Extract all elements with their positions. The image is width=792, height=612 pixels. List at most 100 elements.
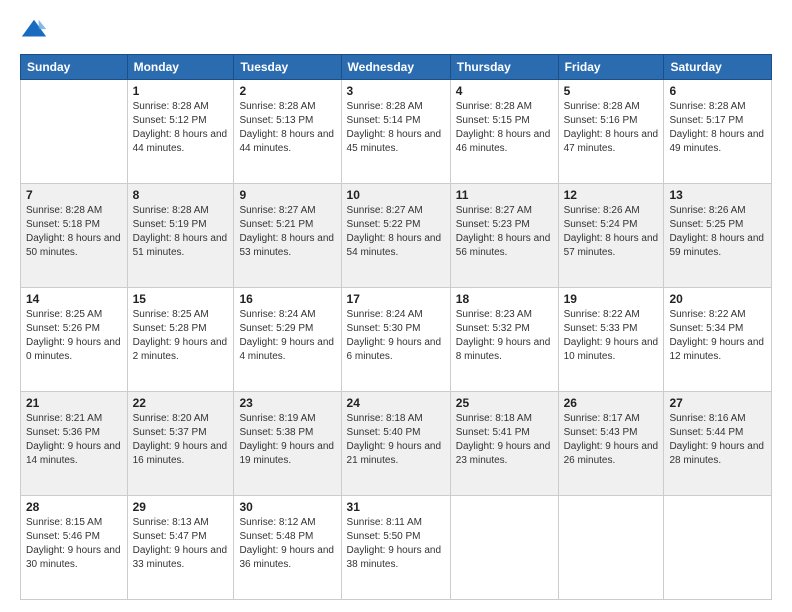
calendar-cell: 1 Sunrise: 8:28 AMSunset: 5:12 PMDaylight… — [127, 80, 234, 184]
calendar-cell — [21, 80, 128, 184]
day-number: 2 — [239, 84, 335, 98]
day-number: 25 — [456, 396, 553, 410]
day-info: Sunrise: 8:27 AMSunset: 5:21 PMDaylight:… — [239, 204, 335, 260]
day-info: Sunrise: 8:17 AMSunset: 5:43 PMDaylight:… — [564, 412, 659, 468]
logo — [20, 16, 52, 44]
week-row-1: 1 Sunrise: 8:28 AMSunset: 5:12 PMDaylight… — [21, 80, 772, 184]
day-info: Sunrise: 8:15 AMSunset: 5:46 PMDaylight:… — [26, 516, 122, 572]
day-info: Sunrise: 8:24 AMSunset: 5:30 PMDaylight:… — [347, 308, 445, 364]
weekday-header-monday: Monday — [127, 55, 234, 80]
day-info: Sunrise: 8:28 AMSunset: 5:13 PMDaylight:… — [239, 100, 335, 156]
weekday-header-tuesday: Tuesday — [234, 55, 341, 80]
day-number: 26 — [564, 396, 659, 410]
day-number: 29 — [133, 500, 229, 514]
calendar-cell: 11Sunrise: 8:27 AMSunset: 5:23 PMDayligh… — [450, 184, 558, 288]
week-row-3: 14 Sunrise: 8:25 AMSunset: 5:26 PMDayligh… — [21, 288, 772, 392]
day-info: Sunrise: 8:27 AMSunset: 5:22 PMDaylight:… — [347, 204, 445, 260]
weekday-header-wednesday: Wednesday — [341, 55, 450, 80]
calendar-cell: 26 Sunrise: 8:17 AMSunset: 5:43 PMDayligh… — [558, 392, 664, 496]
calendar-cell: 2 Sunrise: 8:28 AMSunset: 5:13 PMDaylight… — [234, 80, 341, 184]
weekday-header-sunday: Sunday — [21, 55, 128, 80]
calendar-table: SundayMondayTuesdayWednesdayThursdayFrid… — [20, 54, 772, 600]
calendar-cell: 30Sunrise: 8:12 AMSunset: 5:48 PMDayligh… — [234, 496, 341, 600]
day-info: Sunrise: 8:26 AMSunset: 5:24 PMDaylight:… — [564, 204, 659, 260]
day-number: 22 — [133, 396, 229, 410]
calendar-cell: 4 Sunrise: 8:28 AMSunset: 5:15 PMDaylight… — [450, 80, 558, 184]
calendar-cell: 17 Sunrise: 8:24 AMSunset: 5:30 PMDayligh… — [341, 288, 450, 392]
weekday-header-row: SundayMondayTuesdayWednesdayThursdayFrid… — [21, 55, 772, 80]
calendar-cell: 24Sunrise: 8:18 AMSunset: 5:40 PMDayligh… — [341, 392, 450, 496]
day-info: Sunrise: 8:20 AMSunset: 5:37 PMDaylight:… — [133, 412, 229, 468]
calendar-cell: 6 Sunrise: 8:28 AMSunset: 5:17 PMDaylight… — [664, 80, 772, 184]
day-number: 13 — [669, 188, 766, 202]
day-number: 18 — [456, 292, 553, 306]
day-info: Sunrise: 8:26 AMSunset: 5:25 PMDaylight:… — [669, 204, 766, 260]
calendar-cell: 13 Sunrise: 8:26 AMSunset: 5:25 PMDayligh… — [664, 184, 772, 288]
day-number: 21 — [26, 396, 122, 410]
day-number: 7 — [26, 188, 122, 202]
calendar-cell — [558, 496, 664, 600]
day-info: Sunrise: 8:28 AMSunset: 5:14 PMDaylight:… — [347, 100, 445, 156]
day-info: Sunrise: 8:16 AMSunset: 5:44 PMDaylight:… — [669, 412, 766, 468]
day-number: 5 — [564, 84, 659, 98]
weekday-header-thursday: Thursday — [450, 55, 558, 80]
day-number: 30 — [239, 500, 335, 514]
calendar-cell: 31 Sunrise: 8:11 AMSunset: 5:50 PMDayligh… — [341, 496, 450, 600]
calendar-cell: 23 Sunrise: 8:19 AMSunset: 5:38 PMDayligh… — [234, 392, 341, 496]
day-info: Sunrise: 8:22 AMSunset: 5:33 PMDaylight:… — [564, 308, 659, 364]
day-info: Sunrise: 8:28 AMSunset: 5:15 PMDaylight:… — [456, 100, 553, 156]
calendar-cell: 27Sunrise: 8:16 AMSunset: 5:44 PMDayligh… — [664, 392, 772, 496]
calendar-cell: 16Sunrise: 8:24 AMSunset: 5:29 PMDayligh… — [234, 288, 341, 392]
day-info: Sunrise: 8:25 AMSunset: 5:28 PMDaylight:… — [133, 308, 229, 364]
calendar-cell: 5 Sunrise: 8:28 AMSunset: 5:16 PMDaylight… — [558, 80, 664, 184]
calendar-cell: 25Sunrise: 8:18 AMSunset: 5:41 PMDayligh… — [450, 392, 558, 496]
calendar-cell: 3 Sunrise: 8:28 AMSunset: 5:14 PMDaylight… — [341, 80, 450, 184]
calendar-cell — [450, 496, 558, 600]
logo-icon — [20, 16, 48, 44]
day-number: 17 — [347, 292, 445, 306]
day-number: 20 — [669, 292, 766, 306]
day-info: Sunrise: 8:28 AMSunset: 5:17 PMDaylight:… — [669, 100, 766, 156]
day-info: Sunrise: 8:24 AMSunset: 5:29 PMDaylight:… — [239, 308, 335, 364]
day-info: Sunrise: 8:28 AMSunset: 5:12 PMDaylight:… — [133, 100, 229, 156]
week-row-2: 7 Sunrise: 8:28 AMSunset: 5:18 PMDaylight… — [21, 184, 772, 288]
day-number: 23 — [239, 396, 335, 410]
calendar-cell: 10 Sunrise: 8:27 AMSunset: 5:22 PMDayligh… — [341, 184, 450, 288]
day-info: Sunrise: 8:22 AMSunset: 5:34 PMDaylight:… — [669, 308, 766, 364]
day-number: 3 — [347, 84, 445, 98]
day-number: 4 — [456, 84, 553, 98]
weekday-header-friday: Friday — [558, 55, 664, 80]
day-number: 31 — [347, 500, 445, 514]
day-info: Sunrise: 8:11 AMSunset: 5:50 PMDaylight:… — [347, 516, 445, 572]
weekday-header-saturday: Saturday — [664, 55, 772, 80]
day-number: 12 — [564, 188, 659, 202]
header — [20, 16, 772, 44]
calendar-cell: 7 Sunrise: 8:28 AMSunset: 5:18 PMDaylight… — [21, 184, 128, 288]
day-number: 19 — [564, 292, 659, 306]
day-info: Sunrise: 8:13 AMSunset: 5:47 PMDaylight:… — [133, 516, 229, 572]
calendar-cell: 28Sunrise: 8:15 AMSunset: 5:46 PMDayligh… — [21, 496, 128, 600]
day-info: Sunrise: 8:28 AMSunset: 5:18 PMDaylight:… — [26, 204, 122, 260]
day-info: Sunrise: 8:25 AMSunset: 5:26 PMDaylight:… — [26, 308, 122, 364]
calendar-page: SundayMondayTuesdayWednesdayThursdayFrid… — [0, 0, 792, 612]
day-number: 10 — [347, 188, 445, 202]
calendar-cell: 20 Sunrise: 8:22 AMSunset: 5:34 PMDayligh… — [664, 288, 772, 392]
day-number: 14 — [26, 292, 122, 306]
calendar-cell: 19 Sunrise: 8:22 AMSunset: 5:33 PMDayligh… — [558, 288, 664, 392]
day-info: Sunrise: 8:28 AMSunset: 5:19 PMDaylight:… — [133, 204, 229, 260]
calendar-cell: 9 Sunrise: 8:27 AMSunset: 5:21 PMDaylight… — [234, 184, 341, 288]
day-info: Sunrise: 8:23 AMSunset: 5:32 PMDaylight:… — [456, 308, 553, 364]
day-number: 24 — [347, 396, 445, 410]
day-info: Sunrise: 8:19 AMSunset: 5:38 PMDaylight:… — [239, 412, 335, 468]
calendar-cell: 8Sunrise: 8:28 AMSunset: 5:19 PMDaylight… — [127, 184, 234, 288]
day-info: Sunrise: 8:27 AMSunset: 5:23 PMDaylight:… — [456, 204, 553, 260]
week-row-4: 21 Sunrise: 8:21 AMSunset: 5:36 PMDayligh… — [21, 392, 772, 496]
day-number: 1 — [133, 84, 229, 98]
calendar-cell: 29 Sunrise: 8:13 AMSunset: 5:47 PMDayligh… — [127, 496, 234, 600]
day-number: 6 — [669, 84, 766, 98]
day-info: Sunrise: 8:21 AMSunset: 5:36 PMDaylight:… — [26, 412, 122, 468]
calendar-cell: 22 Sunrise: 8:20 AMSunset: 5:37 PMDayligh… — [127, 392, 234, 496]
calendar-cell: 15Sunrise: 8:25 AMSunset: 5:28 PMDayligh… — [127, 288, 234, 392]
day-info: Sunrise: 8:28 AMSunset: 5:16 PMDaylight:… — [564, 100, 659, 156]
day-number: 9 — [239, 188, 335, 202]
